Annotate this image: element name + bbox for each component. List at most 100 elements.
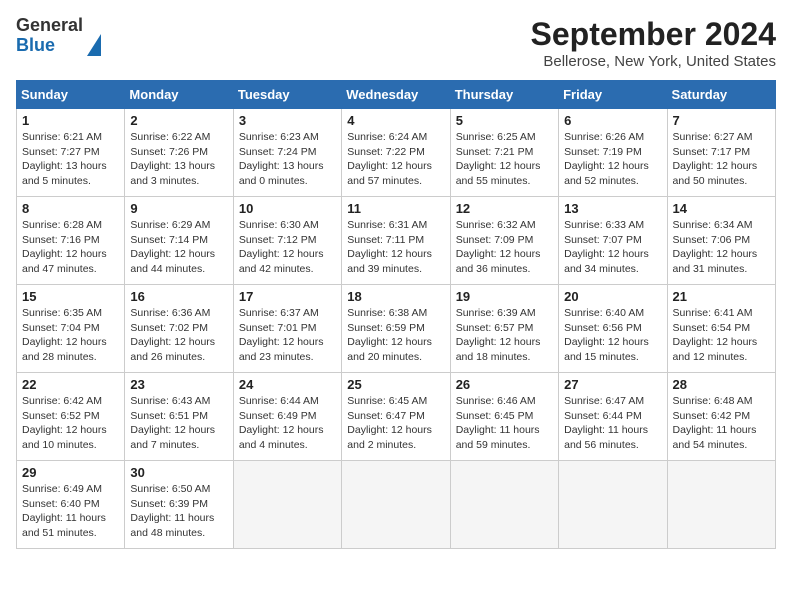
page-header: General Blue September 2024 Bellerose, N… bbox=[16, 16, 776, 70]
day-number: 7 bbox=[673, 113, 770, 128]
page-title: September 2024 bbox=[531, 16, 776, 53]
calendar-day-cell: 30 Sunrise: 6:50 AMSunset: 6:39 PMDayligh… bbox=[125, 461, 233, 549]
day-info: Sunrise: 6:46 AMSunset: 6:45 PMDaylight:… bbox=[456, 394, 553, 453]
logo-line2: Blue bbox=[16, 36, 83, 56]
day-info: Sunrise: 6:48 AMSunset: 6:42 PMDaylight:… bbox=[673, 394, 770, 453]
calendar-day-cell: 15 Sunrise: 6:35 AMSunset: 7:04 PMDayligh… bbox=[17, 285, 125, 373]
day-info: Sunrise: 6:24 AMSunset: 7:22 PMDaylight:… bbox=[347, 130, 444, 189]
day-info: Sunrise: 6:29 AMSunset: 7:14 PMDaylight:… bbox=[130, 218, 227, 277]
day-info: Sunrise: 6:27 AMSunset: 7:17 PMDaylight:… bbox=[673, 130, 770, 189]
day-info: Sunrise: 6:32 AMSunset: 7:09 PMDaylight:… bbox=[456, 218, 553, 277]
calendar-day-cell: 4Sunrise: 6:24 AMSunset: 7:22 PMDaylight… bbox=[342, 109, 450, 197]
day-number: 13 bbox=[564, 201, 661, 216]
column-header-monday: Monday bbox=[125, 81, 233, 109]
calendar-day-cell: 19 Sunrise: 6:39 AMSunset: 6:57 PMDayligh… bbox=[450, 285, 558, 373]
calendar-day-cell: 14Sunrise: 6:34 AMSunset: 7:06 PMDayligh… bbox=[667, 197, 775, 285]
day-number: 24 bbox=[239, 377, 336, 392]
day-info: Sunrise: 6:22 AMSunset: 7:26 PMDaylight:… bbox=[130, 130, 227, 189]
column-header-thursday: Thursday bbox=[450, 81, 558, 109]
day-number: 20 bbox=[564, 289, 661, 304]
day-info: Sunrise: 6:35 AMSunset: 7:04 PMDaylight:… bbox=[22, 306, 119, 365]
calendar-day-cell bbox=[450, 461, 558, 549]
day-number: 22 bbox=[22, 377, 119, 392]
calendar-day-cell: 17 Sunrise: 6:37 AMSunset: 7:01 PMDayligh… bbox=[233, 285, 341, 373]
calendar-header-row: SundayMondayTuesdayWednesdayThursdayFrid… bbox=[17, 81, 776, 109]
day-number: 6 bbox=[564, 113, 661, 128]
day-info: Sunrise: 6:47 AMSunset: 6:44 PMDaylight:… bbox=[564, 394, 661, 453]
day-number: 15 bbox=[22, 289, 119, 304]
logo-text: General Blue bbox=[16, 16, 83, 56]
day-number: 28 bbox=[673, 377, 770, 392]
column-header-wednesday: Wednesday bbox=[342, 81, 450, 109]
calendar-day-cell: 11 Sunrise: 6:31 AMSunset: 7:11 PMDayligh… bbox=[342, 197, 450, 285]
day-info: Sunrise: 6:37 AMSunset: 7:01 PMDaylight:… bbox=[239, 306, 336, 365]
day-info: Sunrise: 6:39 AMSunset: 6:57 PMDaylight:… bbox=[456, 306, 553, 365]
day-info: Sunrise: 6:28 AMSunset: 7:16 PMDaylight:… bbox=[22, 218, 119, 277]
calendar-day-cell: 9Sunrise: 6:29 AMSunset: 7:14 PMDaylight… bbox=[125, 197, 233, 285]
calendar-week-row: 29 Sunrise: 6:49 AMSunset: 6:40 PMDayligh… bbox=[17, 461, 776, 549]
day-info: Sunrise: 6:36 AMSunset: 7:02 PMDaylight:… bbox=[130, 306, 227, 365]
calendar-week-row: 15 Sunrise: 6:35 AMSunset: 7:04 PMDayligh… bbox=[17, 285, 776, 373]
day-number: 11 bbox=[347, 201, 444, 216]
calendar-day-cell: 7 Sunrise: 6:27 AMSunset: 7:17 PMDaylight… bbox=[667, 109, 775, 197]
calendar-day-cell: 2Sunrise: 6:22 AMSunset: 7:26 PMDaylight… bbox=[125, 109, 233, 197]
calendar-day-cell bbox=[667, 461, 775, 549]
day-info: Sunrise: 6:50 AMSunset: 6:39 PMDaylight:… bbox=[130, 482, 227, 541]
calendar-day-cell: 5Sunrise: 6:25 AMSunset: 7:21 PMDaylight… bbox=[450, 109, 558, 197]
page-subtitle: Bellerose, New York, United States bbox=[531, 53, 776, 70]
calendar-day-cell: 18 Sunrise: 6:38 AMSunset: 6:59 PMDayligh… bbox=[342, 285, 450, 373]
day-info: Sunrise: 6:31 AMSunset: 7:11 PMDaylight:… bbox=[347, 218, 444, 277]
logo: General Blue bbox=[16, 16, 101, 56]
day-number: 10 bbox=[239, 201, 336, 216]
day-info: Sunrise: 6:49 AMSunset: 6:40 PMDaylight:… bbox=[22, 482, 119, 541]
logo-triangle-icon bbox=[87, 34, 101, 56]
calendar-day-cell: 28 Sunrise: 6:48 AMSunset: 6:42 PMDayligh… bbox=[667, 373, 775, 461]
day-info: Sunrise: 6:38 AMSunset: 6:59 PMDaylight:… bbox=[347, 306, 444, 365]
calendar-day-cell: 24 Sunrise: 6:44 AMSunset: 6:49 PMDayligh… bbox=[233, 373, 341, 461]
calendar-day-cell: 10 Sunrise: 6:30 AMSunset: 7:12 PMDayligh… bbox=[233, 197, 341, 285]
calendar-week-row: 8 Sunrise: 6:28 AMSunset: 7:16 PMDaylight… bbox=[17, 197, 776, 285]
calendar-week-row: 1 Sunrise: 6:21 AMSunset: 7:27 PMDaylight… bbox=[17, 109, 776, 197]
logo-line1: General bbox=[16, 16, 83, 36]
day-number: 29 bbox=[22, 465, 119, 480]
column-header-sunday: Sunday bbox=[17, 81, 125, 109]
day-info: Sunrise: 6:43 AMSunset: 6:51 PMDaylight:… bbox=[130, 394, 227, 453]
day-info: Sunrise: 6:26 AMSunset: 7:19 PMDaylight:… bbox=[564, 130, 661, 189]
day-number: 26 bbox=[456, 377, 553, 392]
day-number: 17 bbox=[239, 289, 336, 304]
column-header-friday: Friday bbox=[559, 81, 667, 109]
calendar-day-cell: 16Sunrise: 6:36 AMSunset: 7:02 PMDayligh… bbox=[125, 285, 233, 373]
day-info: Sunrise: 6:23 AMSunset: 7:24 PMDaylight:… bbox=[239, 130, 336, 189]
day-number: 25 bbox=[347, 377, 444, 392]
day-number: 8 bbox=[22, 201, 119, 216]
day-info: Sunrise: 6:33 AMSunset: 7:07 PMDaylight:… bbox=[564, 218, 661, 277]
day-number: 1 bbox=[22, 113, 119, 128]
day-number: 12 bbox=[456, 201, 553, 216]
day-info: Sunrise: 6:41 AMSunset: 6:54 PMDaylight:… bbox=[673, 306, 770, 365]
calendar-day-cell bbox=[559, 461, 667, 549]
calendar-day-cell: 6 Sunrise: 6:26 AMSunset: 7:19 PMDaylight… bbox=[559, 109, 667, 197]
calendar-day-cell: 8 Sunrise: 6:28 AMSunset: 7:16 PMDaylight… bbox=[17, 197, 125, 285]
calendar-day-cell: 25 Sunrise: 6:45 AMSunset: 6:47 PMDayligh… bbox=[342, 373, 450, 461]
calendar-day-cell: 1 Sunrise: 6:21 AMSunset: 7:27 PMDaylight… bbox=[17, 109, 125, 197]
calendar-day-cell bbox=[342, 461, 450, 549]
day-info: Sunrise: 6:30 AMSunset: 7:12 PMDaylight:… bbox=[239, 218, 336, 277]
calendar-table: SundayMondayTuesdayWednesdayThursdayFrid… bbox=[16, 80, 776, 549]
day-number: 30 bbox=[130, 465, 227, 480]
column-header-saturday: Saturday bbox=[667, 81, 775, 109]
calendar-day-cell: 20 Sunrise: 6:40 AMSunset: 6:56 PMDayligh… bbox=[559, 285, 667, 373]
day-number: 23 bbox=[130, 377, 227, 392]
day-number: 5 bbox=[456, 113, 553, 128]
day-info: Sunrise: 6:42 AMSunset: 6:52 PMDaylight:… bbox=[22, 394, 119, 453]
day-info: Sunrise: 6:44 AMSunset: 6:49 PMDaylight:… bbox=[239, 394, 336, 453]
day-number: 18 bbox=[347, 289, 444, 304]
day-number: 19 bbox=[456, 289, 553, 304]
calendar-day-cell: 3Sunrise: 6:23 AMSunset: 7:24 PMDaylight… bbox=[233, 109, 341, 197]
calendar-day-cell: 27 Sunrise: 6:47 AMSunset: 6:44 PMDayligh… bbox=[559, 373, 667, 461]
calendar-day-cell: 13 Sunrise: 6:33 AMSunset: 7:07 PMDayligh… bbox=[559, 197, 667, 285]
day-number: 27 bbox=[564, 377, 661, 392]
day-info: Sunrise: 6:40 AMSunset: 6:56 PMDaylight:… bbox=[564, 306, 661, 365]
day-info: Sunrise: 6:21 AMSunset: 7:27 PMDaylight:… bbox=[22, 130, 119, 189]
day-info: Sunrise: 6:45 AMSunset: 6:47 PMDaylight:… bbox=[347, 394, 444, 453]
calendar-day-cell: 23 Sunrise: 6:43 AMSunset: 6:51 PMDayligh… bbox=[125, 373, 233, 461]
